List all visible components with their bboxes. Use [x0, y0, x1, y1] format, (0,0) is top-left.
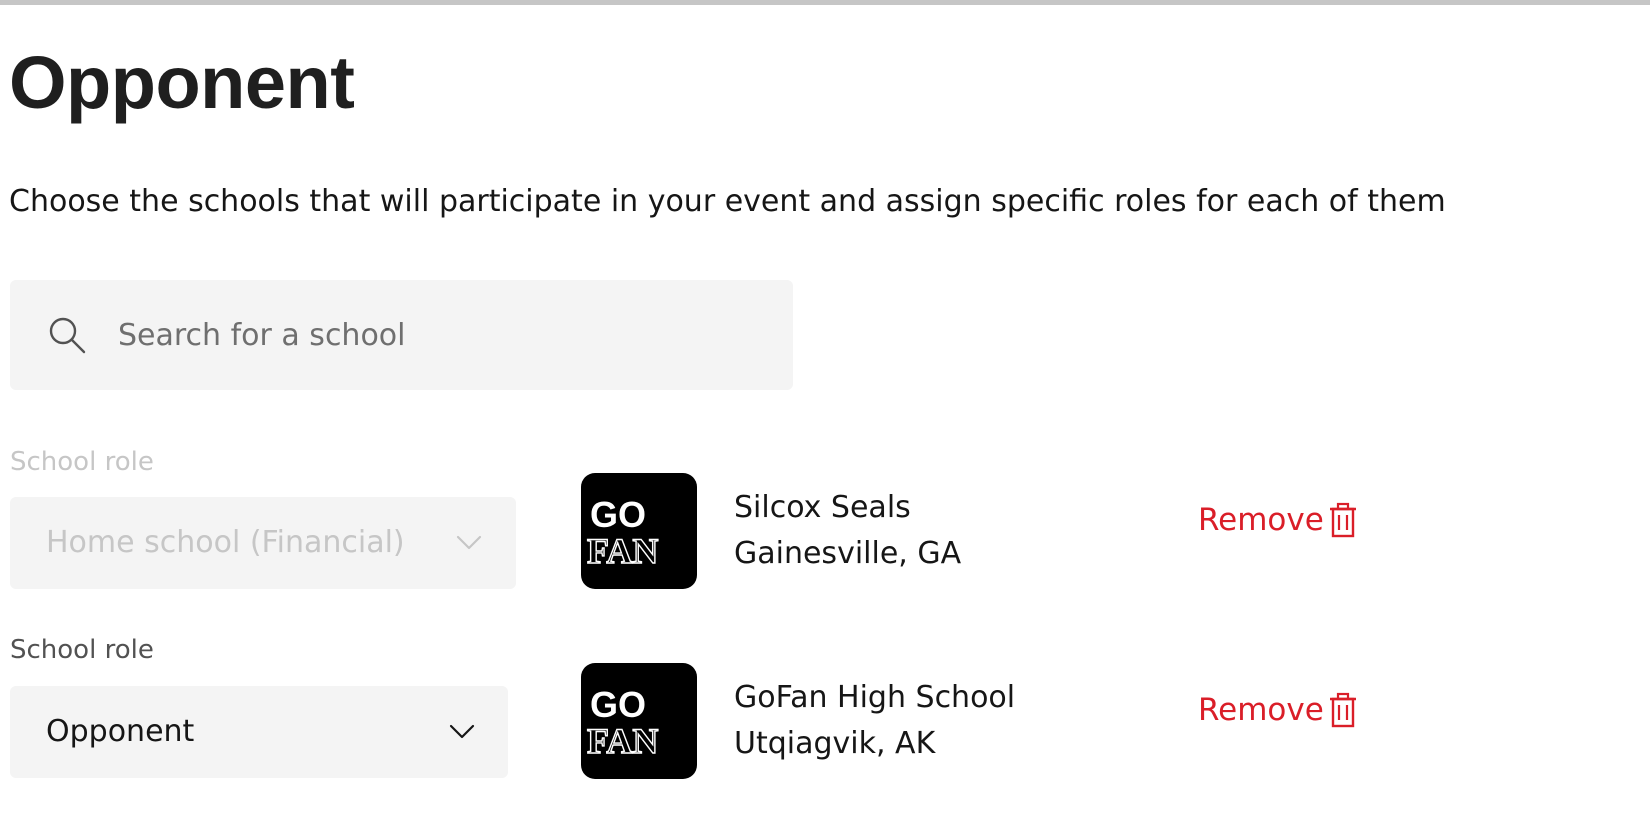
chevron-down-icon	[449, 724, 475, 739]
school-logo: GO FAN	[581, 473, 697, 589]
logo-go-text: GO	[590, 494, 646, 535]
school-role-value: Home school (Financial)	[46, 525, 405, 560]
page-description: Choose the schools that will participate…	[9, 184, 1446, 219]
trash-icon	[1329, 502, 1356, 538]
remove-label: Remove	[1198, 692, 1324, 728]
top-divider	[0, 0, 1650, 5]
remove-school-button[interactable]: Remove	[1198, 496, 1358, 544]
school-role-value: Opponent	[46, 714, 195, 749]
remove-school-button[interactable]: Remove	[1198, 686, 1358, 734]
logo-fan-text: FAN	[587, 721, 658, 761]
school-location: Gainesville, GA	[734, 536, 962, 571]
search-box	[10, 280, 793, 390]
search-input[interactable]	[118, 280, 758, 390]
school-role-label: School role	[10, 635, 154, 665]
logo-fan-text: FAN	[587, 531, 658, 571]
school-role-label: School role	[10, 447, 154, 477]
search-icon	[49, 317, 86, 354]
gofan-logo-icon: GO FAN	[586, 684, 659, 762]
school-location: Utqiagvik, AK	[734, 726, 936, 761]
school-name: Silcox Seals	[734, 490, 911, 525]
school-role-select[interactable]: Opponent	[10, 686, 508, 778]
chevron-down-icon	[456, 535, 482, 550]
logo-go-text: GO	[590, 684, 646, 725]
school-name: GoFan High School	[734, 680, 1016, 715]
gofan-logo-icon: GO FAN	[586, 494, 659, 572]
school-role-select-disabled: Home school (Financial)	[10, 497, 516, 589]
school-logo: GO FAN	[581, 663, 697, 779]
page-title: Opponent	[9, 41, 355, 124]
trash-icon	[1329, 692, 1356, 728]
remove-label: Remove	[1198, 502, 1324, 538]
